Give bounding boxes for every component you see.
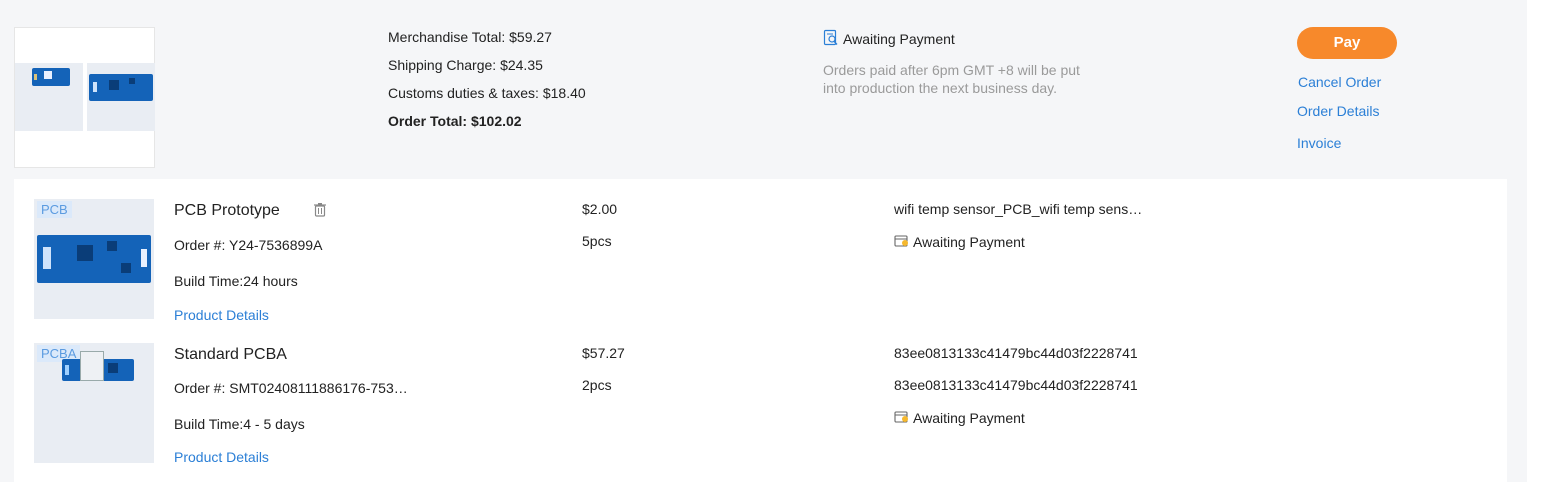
cancel-order-link[interactable]: Cancel Order bbox=[1298, 74, 1381, 90]
invoice-link[interactable]: Invoice bbox=[1297, 135, 1341, 151]
product-details-link[interactable]: Product Details bbox=[174, 307, 269, 323]
item-file-name: 83ee0813133c41479bc44d03f2228741 bbox=[894, 345, 1138, 361]
order-items-list bbox=[14, 179, 1507, 482]
order-details-link[interactable]: Order Details bbox=[1297, 103, 1379, 119]
order-total: Order Total: $102.02 bbox=[388, 113, 522, 129]
item-title: Standard PCBA bbox=[174, 346, 287, 363]
item-build-time: Build Time:4 - 5 days bbox=[174, 416, 305, 432]
item-order-number: Order #: Y24-7536899A bbox=[174, 237, 323, 253]
item-status: Awaiting Payment bbox=[894, 410, 1025, 426]
order-thumb-1 bbox=[15, 63, 83, 131]
pcb-board-image bbox=[37, 235, 151, 283]
item-quantity: 5pcs bbox=[582, 233, 612, 249]
item-status-label: Awaiting Payment bbox=[913, 410, 1025, 426]
wallet-icon bbox=[894, 410, 909, 426]
item-quantity: 2pcs bbox=[582, 377, 612, 393]
pcb-board-image bbox=[32, 68, 70, 86]
item-build-time: Build Time:24 hours bbox=[174, 273, 298, 289]
production-note: Orders paid after 6pm GMT +8 will be put… bbox=[823, 62, 1080, 96]
pcb-board-image bbox=[62, 351, 134, 381]
trash-icon[interactable] bbox=[313, 202, 327, 222]
item-price: $57.27 bbox=[582, 345, 625, 361]
item-order-number: Order #: SMT02408111886176-7536899A bbox=[174, 380, 410, 396]
order-status: Awaiting Payment bbox=[823, 29, 955, 49]
item-file-name-secondary: 83ee0813133c41479bc44d03f2228741 bbox=[894, 377, 1138, 393]
order-status-label: Awaiting Payment bbox=[843, 31, 955, 47]
pcb-board-image bbox=[89, 74, 153, 101]
item-status: Awaiting Payment bbox=[894, 234, 1025, 250]
item-thumbnail[interactable]: PCBA bbox=[34, 343, 154, 463]
wallet-icon bbox=[894, 234, 909, 250]
item-thumbnail[interactable]: PCB bbox=[34, 199, 154, 319]
order-thumb-2 bbox=[87, 63, 155, 131]
item-price: $2.00 bbox=[582, 201, 618, 217]
shipping-charge: Shipping Charge: $24.35 bbox=[388, 57, 543, 73]
product-type-tag: PCB bbox=[37, 201, 72, 218]
item-status-label: Awaiting Payment bbox=[913, 234, 1025, 250]
payment-search-icon bbox=[823, 29, 839, 49]
order-thumbnail-group bbox=[14, 27, 155, 168]
pay-button[interactable]: Pay bbox=[1297, 27, 1397, 59]
item-title: PCB Prototype bbox=[174, 202, 280, 219]
product-details-link[interactable]: Product Details bbox=[174, 449, 269, 465]
merchandise-total: Merchandise Total: $59.27 bbox=[388, 29, 552, 45]
customs-duties: Customs duties & taxes: $18.40 bbox=[388, 85, 586, 101]
item-file-name: wifi temp sensor_PCB_wifi temp sensor_20… bbox=[894, 201, 1144, 217]
